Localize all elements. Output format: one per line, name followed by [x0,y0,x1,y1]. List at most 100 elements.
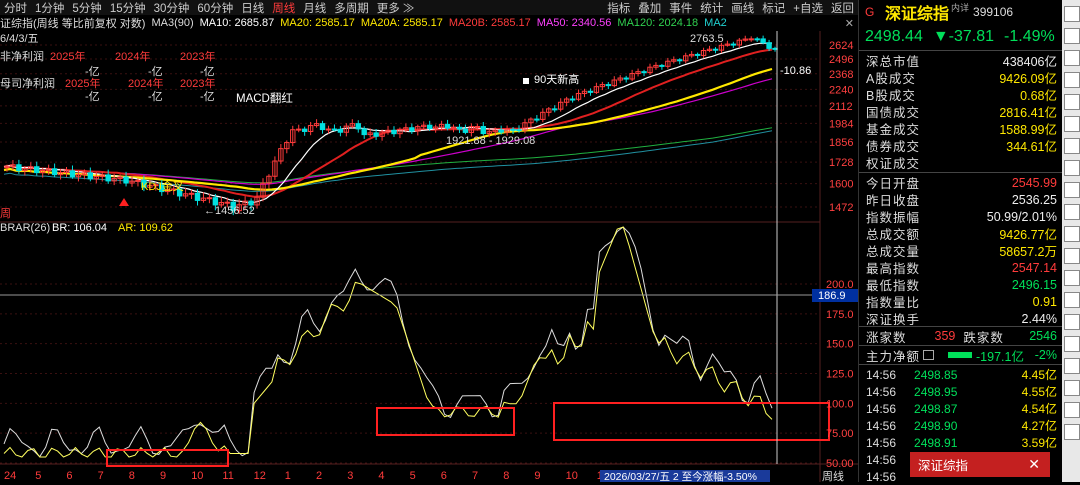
side-tool-button-10[interactable] [1064,204,1080,220]
side-tool-button-3[interactable] [1064,50,1080,66]
period-tabs: 分时 1分钟 5分钟 15分钟 30分钟 60分钟 日线 周线 月线 多周期 更多 ≫ [0,0,418,15]
period-tab-0[interactable]: 分时 [0,0,31,15]
tool-menu-item-6[interactable]: +自选 [789,0,827,15]
macd-signal-label: MACD翻红 [236,91,293,105]
ar-line [3,226,773,458]
period-tab-6[interactable]: 日线 [237,0,268,15]
side-tool-button-7[interactable] [1064,138,1080,154]
down-count: 2546 [1029,329,1057,343]
row4-value: -亿 [200,90,215,103]
close-icon[interactable]: ✕ [845,17,854,30]
stat-row: 国债成交 2816.41亿 [859,103,1063,120]
stat-label: 权证成交 [866,157,921,171]
ma20b-value: MA20B: 2585.17 [448,17,531,29]
side-tool-button-13[interactable] [1064,270,1080,286]
candle-body [712,48,719,51]
stat-row: B股成交 0.68亿 [859,86,1063,103]
candle-body [766,42,772,49]
period-tab-10[interactable]: 更多 ≫ [373,0,419,15]
x-tick-label: 4 [378,470,384,482]
price-tick-label: 1856 [829,137,853,149]
side-tool-button-1[interactable] [1064,6,1080,22]
highlight-box [553,402,830,441]
x-tick-label: 6 [441,470,447,482]
cursor-date-readout: 2026/03/27/五 2 至今涨幅-3.50% [604,470,757,482]
candle-body [587,90,594,93]
candle-body [319,123,326,131]
x-tick-label: 11 [222,470,233,482]
candle-body [516,129,522,132]
tick-row: 14:56 2498.91 3.59亿 [859,434,1063,451]
period-tab-8[interactable]: 月线 [299,0,330,15]
side-tool-button-17[interactable] [1064,358,1080,374]
flow-bar [948,352,973,358]
period-tab-1[interactable]: 1分钟 [31,0,68,15]
side-tool-button-11[interactable] [1064,226,1080,242]
side-tool-button-6[interactable] [1064,116,1080,132]
up-count-label: 涨家数 [866,330,907,345]
candle-body [123,176,129,184]
tool-menu-item-5[interactable]: 标记 [758,0,789,15]
tool-menu-item-7[interactable]: 返回 [827,0,858,15]
side-tool-button-12[interactable] [1064,248,1080,264]
period-tab-9[interactable]: 多周期 [330,0,373,15]
period-tab-5[interactable]: 60分钟 [193,0,237,15]
candle-body [87,172,94,180]
advance-decline: 涨家数 359 跌家数 2546 [859,327,1063,345]
candle-body [552,108,558,111]
side-tool-button-8[interactable] [1064,160,1080,176]
side-tool-button-19[interactable] [1064,402,1080,418]
tool-menu-item-2[interactable]: 事件 [665,0,696,15]
tick-time: 14:56 [866,452,897,467]
x-tick-label: 5 [410,470,416,482]
side-tool-button-2[interactable] [1064,28,1080,44]
side-tool-button-14[interactable] [1064,292,1080,308]
flow-icon[interactable] [923,350,935,360]
side-tool-button-9[interactable] [1064,182,1080,198]
stat-row: 基金成交 1588.99亿 [859,120,1063,137]
candle-body [694,53,701,56]
stat-row: A股成交 9426.09亿 [859,69,1063,86]
x-tick-label: 5 [35,470,41,482]
period-tab-3[interactable]: 15分钟 [106,0,150,15]
tool-menu-item-4[interactable]: 画线 [727,0,758,15]
tool-menu-item-3[interactable]: 统计 [696,0,727,15]
tick-row: 14:56 2498.90 4.27亿 [859,417,1063,434]
stat-value: 50.99/2.01% [986,209,1057,224]
side-tool-button-20[interactable] [1064,424,1080,440]
price-tick-label: 1984 [829,118,853,130]
side-tool-button-16[interactable] [1064,336,1080,352]
period-tab-2[interactable]: 5分钟 [68,0,105,15]
period-tab-7[interactable]: 周线 [268,0,299,15]
index-popup[interactable]: 深证综指 ✕ [910,452,1050,477]
side-tool-button-4[interactable] [1064,72,1080,88]
period-tab-4[interactable]: 30分钟 [150,0,194,15]
tick-price: 2498.90 [914,418,958,433]
kline-chart-svg[interactable]: 186.96/4/3/五非净利润 2025年 2024年 2023年-亿 -亿 -亿母司净… [0,31,858,483]
candle-body [641,71,647,74]
ar-value: AR: 109.62 [118,222,173,234]
x-tick-label: 10 [566,470,578,482]
candle-body [373,132,379,137]
cursor-value: 186.9 [818,290,846,302]
side-tool-button-18[interactable] [1064,380,1080,396]
side-tool-button-5[interactable] [1064,94,1080,110]
candle-body [361,128,367,136]
main-fund-flow: 主力净额 -197.1亿 -2% [859,346,1063,364]
chart-title: 证综指(周线 等比前复权 对数) [0,18,146,30]
tool-menu-item-0[interactable]: 指标 [603,0,634,15]
stat-row: 昨日收盘 2536.25 [859,191,1063,209]
chart-area[interactable]: 186.9 6/4/3/五 非净利润 2025年 2024年 2023年 -亿 -亿 -亿 母司净… [0,31,858,483]
candle-body [194,192,201,201]
index-code: G [865,5,875,19]
x-tick-label: 1 [285,470,291,482]
tick-price: 2498.85 [914,367,958,382]
tool-menu-item-1[interactable]: 叠加 [634,0,665,15]
side-tool-button-15[interactable] [1064,314,1080,330]
close-icon[interactable]: ✕ [1028,456,1050,473]
ma20a-value: MA20A: 2585.17 [360,17,443,29]
candle-body [51,168,58,176]
ma10-value: MA10: 2685.87 [199,17,275,29]
candle-body [105,174,111,182]
candle-body [748,38,754,41]
